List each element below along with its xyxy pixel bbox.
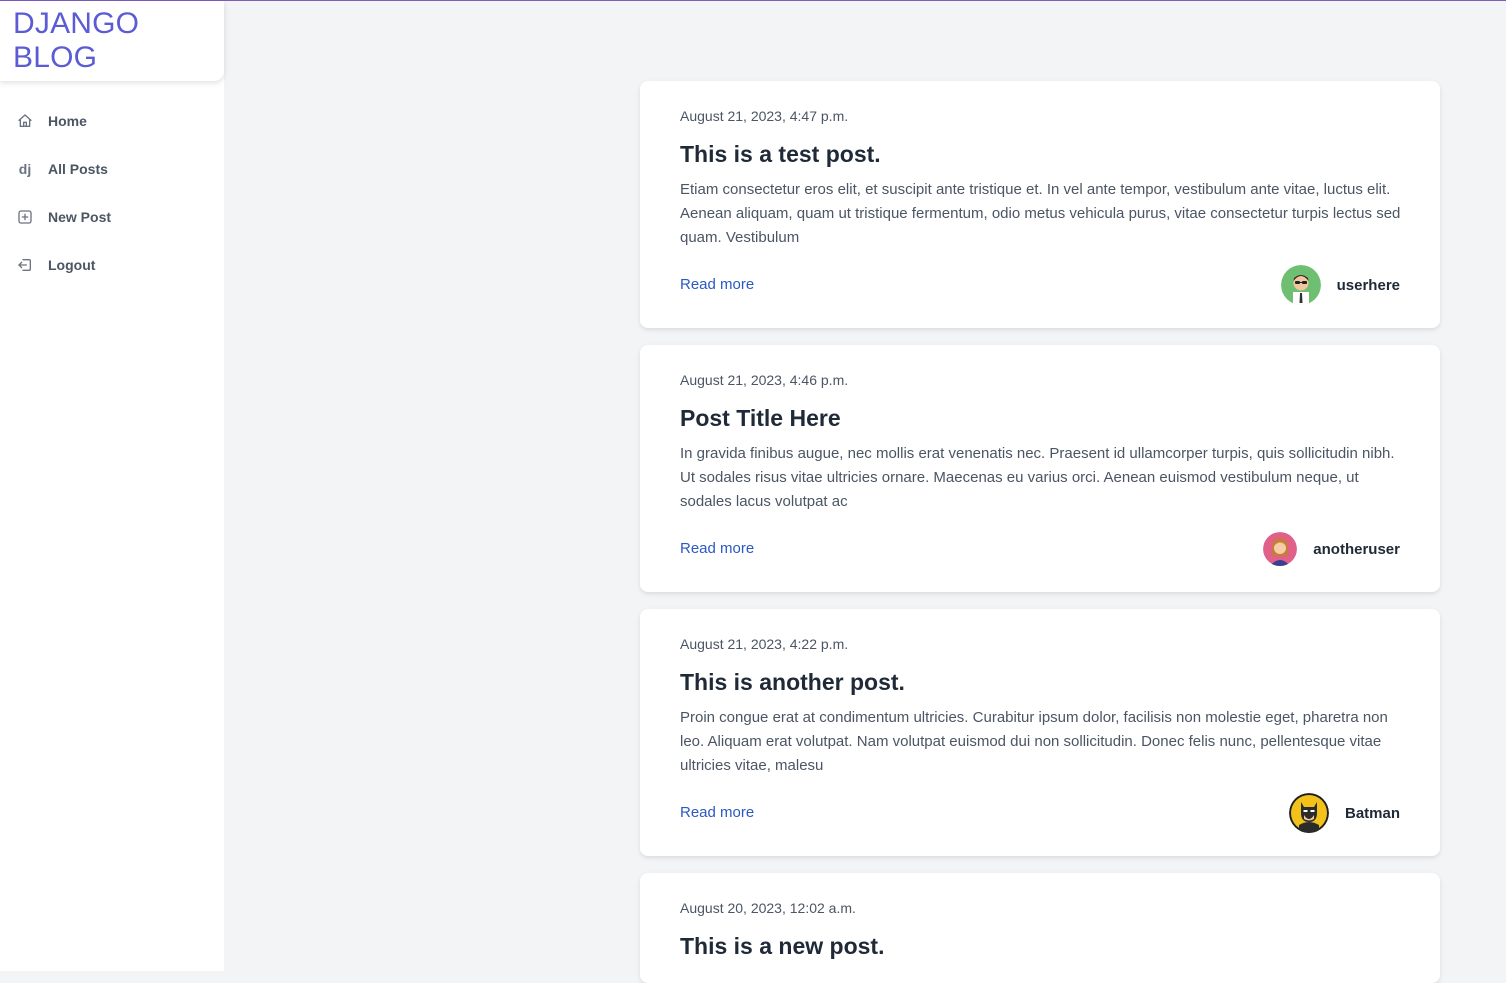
- read-more-link[interactable]: Read more: [680, 276, 754, 293]
- author-name: userhere: [1336, 276, 1400, 294]
- sidebar-item-home[interactable]: Home: [0, 97, 224, 145]
- read-more-link[interactable]: Read more: [680, 540, 754, 557]
- post-card: August 21, 2023, 4:47 p.m. This is a tes…: [640, 81, 1440, 328]
- sidebar-item-label: All Posts: [48, 161, 108, 177]
- post-date: August 20, 2023, 12:02 a.m.: [680, 900, 856, 916]
- post-author[interactable]: userhere: [1280, 265, 1400, 305]
- logout-icon: [16, 256, 34, 274]
- author-name: Batman: [1344, 804, 1400, 822]
- post-date: August 21, 2023, 4:46 p.m.: [680, 372, 849, 388]
- post-author[interactable]: Batman: [1288, 793, 1400, 833]
- post-author[interactable]: anotheruser: [1263, 529, 1400, 569]
- post-excerpt: Proin congue erat at condimentum ultrici…: [680, 709, 1388, 774]
- top-accent-line: [0, 0, 1506, 1]
- post-title[interactable]: This is a test post.: [680, 141, 881, 168]
- post-title[interactable]: This is another post.: [680, 669, 905, 696]
- woman-avatar: [1263, 532, 1298, 566]
- home-icon: [16, 112, 34, 130]
- plus-square-icon: [16, 208, 34, 226]
- sidebar-item-new-post[interactable]: New Post: [0, 193, 224, 241]
- sidebar: DJANGO BLOG Home dj All Posts New Post L…: [0, 1, 224, 971]
- post-date: August 21, 2023, 4:47 p.m.: [680, 108, 849, 124]
- sidebar-item-logout[interactable]: Logout: [0, 241, 224, 289]
- sidebar-item-all-posts[interactable]: dj All Posts: [0, 145, 224, 193]
- sidebar-item-label: New Post: [48, 209, 112, 225]
- batman-avatar: [1288, 793, 1329, 833]
- read-more-link[interactable]: Read more: [680, 804, 754, 821]
- sidebar-item-label: Logout: [48, 257, 96, 273]
- man-with-sunglasses-avatar: [1280, 265, 1321, 305]
- author-name: anotheruser: [1313, 540, 1400, 558]
- post-title[interactable]: This is a new post.: [680, 933, 884, 960]
- post-card: August 20, 2023, 12:02 a.m. This is a ne…: [640, 873, 1440, 983]
- post-card: August 21, 2023, 4:46 p.m. Post Title He…: [640, 345, 1440, 592]
- dj-icon: dj: [18, 161, 32, 177]
- sidebar-item-label: Home: [48, 113, 87, 129]
- sidebar-nav: Home dj All Posts New Post Logout: [0, 97, 224, 289]
- post-excerpt: Etiam consectetur eros elit, et suscipit…: [680, 181, 1401, 246]
- post-excerpt: In gravida finibus augue, nec mollis era…: [680, 445, 1395, 510]
- post-title[interactable]: Post Title Here: [680, 405, 841, 432]
- post-date: August 21, 2023, 4:22 p.m.: [680, 636, 849, 652]
- post-card: August 21, 2023, 4:22 p.m. This is anoth…: [640, 609, 1440, 856]
- brand-logo[interactable]: DJANGO BLOG: [0, 1, 224, 81]
